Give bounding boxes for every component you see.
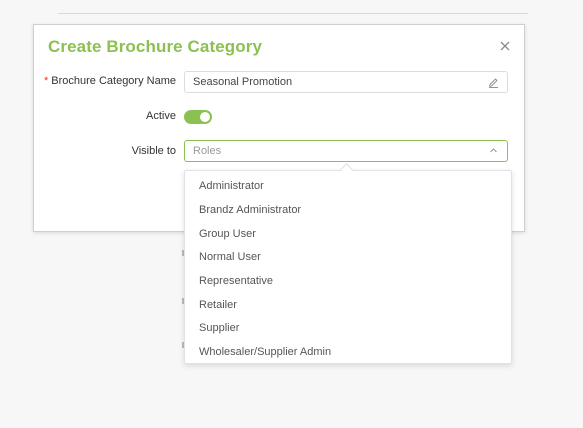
option-label: Retailer [199,299,237,311]
brochure-category-name-input[interactable]: Seasonal Promotion [184,71,508,93]
option-label: Normal User [199,251,261,263]
role-option-brandz-administrator[interactable]: Brandz Administrator [185,199,511,222]
option-label: Administrator [199,180,264,192]
role-option-supplier[interactable]: Supplier [185,317,511,340]
option-label: Wholesaler/Supplier Admin [199,346,332,358]
edit-icon [489,78,498,88]
role-option-group-user[interactable]: Group User [185,223,511,246]
role-option-retailer[interactable]: Retailer [185,294,511,317]
dialog-title: Create Brochure Category [48,37,263,56]
roles-dropdown: Administrator Brandz Administrator Group… [184,170,512,364]
required-mark: * [43,75,49,87]
close-icon [500,41,510,51]
backdrop-divider [58,13,528,14]
toggle-knob [200,112,210,122]
close-button[interactable] [498,39,512,53]
option-label: Group User [199,228,256,240]
visible-to-label: Visible to [131,145,176,157]
option-label: Supplier [199,322,240,334]
active-label: Active [146,110,176,122]
name-label-text: Brochure Category Name [51,75,176,87]
role-option-administrator[interactable]: Administrator [185,175,511,198]
active-toggle[interactable] [184,110,212,124]
chevron-up-icon [490,148,497,153]
option-label: Brandz Administrator [199,204,302,216]
roles-placeholder: Roles [193,145,222,157]
name-label: * Brochure Category Name [44,75,176,87]
role-option-representative[interactable]: Representative [185,270,511,293]
role-option-normal-user[interactable]: Normal User [185,246,511,269]
role-option-wholesaler-supplier-admin[interactable]: Wholesaler/Supplier Admin [185,341,511,363]
option-label: Representative [199,275,273,287]
name-value: Seasonal Promotion [193,76,293,88]
roles-select[interactable]: Roles [184,140,508,162]
